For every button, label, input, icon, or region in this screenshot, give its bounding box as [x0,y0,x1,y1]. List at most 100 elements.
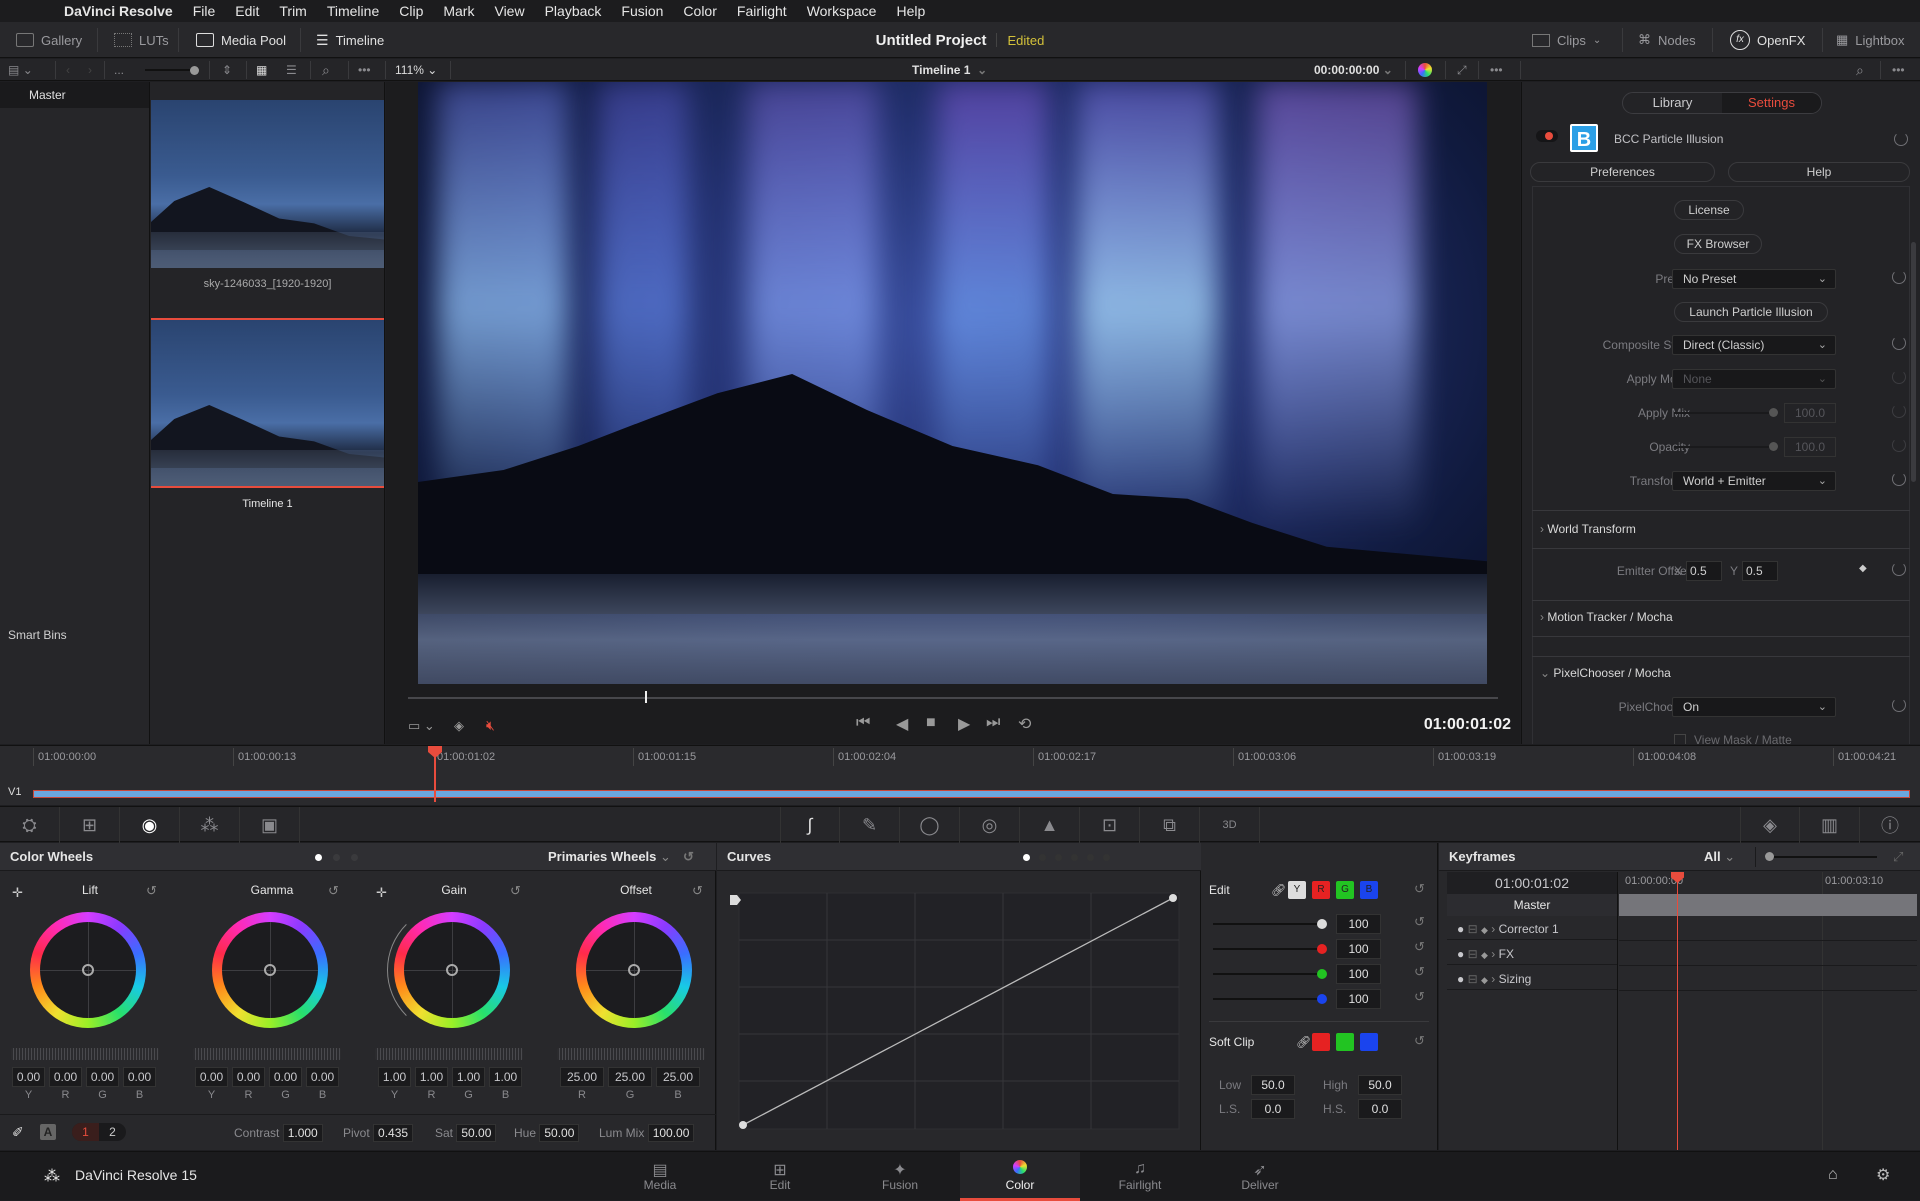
menu-trim[interactable]: Trim [269,0,316,22]
media-pool-button[interactable]: Media Pool [186,22,296,58]
keyframe-diamond-icon[interactable]: ◆ [1859,563,1867,574]
lift-y-field[interactable]: 0.00 [12,1067,45,1087]
keyframes-playhead[interactable] [1677,872,1678,1150]
layers-icon[interactable]: ◈ [454,718,464,734]
fullscreen-icon[interactable]: ⤢ [1457,59,1467,81]
go-to-start-button[interactable]: ⏮ [856,714,870,732]
keyframe-track-row[interactable]: ● ⊟ ◆ › Corrector 1 [1447,918,1617,940]
opacity-field[interactable]: 100.0 [1784,437,1836,457]
clips-button[interactable]: Clips ⌄ [1522,22,1611,58]
license-button[interactable]: License [1674,200,1744,220]
key-icon[interactable]: ⊡ [1080,807,1140,843]
pivot-field[interactable]: 0.435 [373,1124,414,1142]
inspector-search-icon[interactable]: ⌕ [1856,59,1864,81]
page-dot-active[interactable] [1023,854,1030,861]
reset-icon[interactable]: ↺ [1414,964,1425,980]
media-pool-item[interactable]: Timeline 1 [151,318,384,510]
menu-playback[interactable]: Playback [535,0,612,22]
softclip-b-toggle[interactable] [1360,1033,1378,1051]
info-icon[interactable]: ⓘ [1860,807,1920,843]
timecode-display[interactable]: 00:00:00:00 ⌄ [1314,59,1393,81]
channel-b-toggle[interactable]: B [1360,881,1378,899]
channel-r-toggle[interactable]: R [1312,881,1330,899]
more-options-icon[interactable]: ••• [358,59,371,81]
wheel-handle[interactable] [82,964,94,976]
b-intensity-slider[interactable] [1213,994,1327,1004]
3d-icon[interactable]: 3D [1200,807,1260,843]
chevron-right-icon[interactable]: › [1491,947,1495,961]
g-intensity-slider[interactable] [1213,969,1327,979]
luts-button[interactable]: LUTs [104,22,179,58]
reset-icon[interactable]: ↺ [1414,1033,1425,1049]
reset-icon[interactable]: ↺ [1414,881,1425,897]
menu-timeline[interactable]: Timeline [317,0,389,22]
gain-r-field[interactable]: 1.00 [415,1067,448,1087]
chevron-right-icon[interactable]: › [1491,922,1495,936]
enable-dot-icon[interactable]: ● [1457,972,1464,986]
sat-field[interactable]: 50.00 [456,1124,497,1142]
thumbnail-size-slider[interactable] [145,59,199,81]
reset-icon[interactable] [1892,270,1906,284]
page-dot[interactable] [333,854,340,861]
offset-b-field[interactable]: 25.00 [656,1067,700,1087]
reset-icon[interactable]: ↺ [328,883,339,899]
chevron-right-icon[interactable]: › [1491,972,1495,986]
page-2-button[interactable]: 2 [99,1123,126,1141]
fx-browser-button[interactable]: FX Browser [1674,234,1762,254]
channel-g-toggle[interactable]: G [1336,881,1354,899]
lift-g-field[interactable]: 0.00 [86,1067,119,1087]
gamma-g-field[interactable]: 0.00 [269,1067,302,1087]
reset-icon[interactable]: ↺ [1414,914,1425,930]
apply-mix-field[interactable]: 100.0 [1784,403,1836,423]
smart-bins-label[interactable]: Smart Bins [8,628,67,642]
y-intensity-field[interactable]: 100 [1336,914,1381,934]
opacity-slider[interactable] [1674,442,1778,451]
reset-icon[interactable]: ↺ [1414,989,1425,1005]
inspector-options-icon[interactable]: ••• [1892,59,1905,81]
settings-gear-icon[interactable]: ⚙ [1876,1165,1890,1185]
reset-icon[interactable] [1892,562,1906,576]
apply-mode-dropdown[interactable]: None ⌄ [1672,369,1836,389]
sizing-icon[interactable]: ⧉ [1140,807,1200,843]
camera-raw-icon[interactable]: ⛭ [0,807,60,843]
menu-view[interactable]: View [484,0,534,22]
sort-icon[interactable]: ⇕ [222,59,232,81]
curve-graph[interactable] [717,873,1201,1149]
color-wheels-icon[interactable]: ◉ [120,807,180,843]
menu-app[interactable]: DaVinci Resolve [54,0,183,22]
wheels-mode-dropdown[interactable]: Primaries Wheels ⌄ [548,843,671,871]
lock-icon[interactable]: ⊟ [1468,922,1478,936]
color-match-icon[interactable]: ⊞ [60,807,120,843]
channel-y-toggle[interactable]: Y [1288,881,1306,899]
contrast-field[interactable]: 1.000 [282,1124,323,1142]
reset-icon[interactable] [1892,698,1906,712]
menu-workspace[interactable]: Workspace [797,0,887,22]
composite-style-dropdown[interactable]: Direct (Classic) ⌄ [1672,335,1836,355]
menu-fairlight[interactable]: Fairlight [727,0,797,22]
stop-button[interactable]: ■ [926,714,936,732]
gain-g-field[interactable]: 1.00 [452,1067,485,1087]
play-button[interactable]: ▶ [958,714,970,734]
bin-list-toggle[interactable]: ▤ ⌄ [8,59,33,81]
enable-dot-icon[interactable]: ● [1457,947,1464,961]
home-icon[interactable]: ⌂ [1828,1166,1838,1184]
page-media[interactable]: ▤ Media [600,1152,720,1201]
r-intensity-field[interactable]: 100 [1336,939,1381,959]
page-edit[interactable]: ⊞ Edit [720,1152,840,1201]
lock-icon[interactable]: ⊟ [1468,947,1478,961]
offset-r-field[interactable]: 25.00 [560,1067,604,1087]
timeline-selector[interactable]: Timeline 1 ⌄ [912,59,987,81]
hue-field[interactable]: 50.00 [539,1124,580,1142]
keyframe-diamond-icon[interactable]: ◆ [1481,925,1488,935]
auto-balance-icon[interactable]: ✐ [12,1124,24,1141]
reset-icon[interactable] [1894,132,1908,146]
lum-mix-field[interactable]: 100.00 [647,1124,695,1142]
preferences-button[interactable]: Preferences [1530,162,1715,182]
viewer-zoom[interactable]: 111% ⌄ [395,59,437,81]
menu-edit[interactable]: Edit [225,0,269,22]
master-wheel[interactable] [375,1048,523,1060]
viewer-mode-icon[interactable]: ▭ ⌄ [408,718,435,734]
page-dot[interactable] [351,854,358,861]
world-transform-section[interactable]: › World Transform [1540,522,1636,536]
media-pool-item[interactable]: sky-1246033_[1920-1920] [151,100,384,290]
